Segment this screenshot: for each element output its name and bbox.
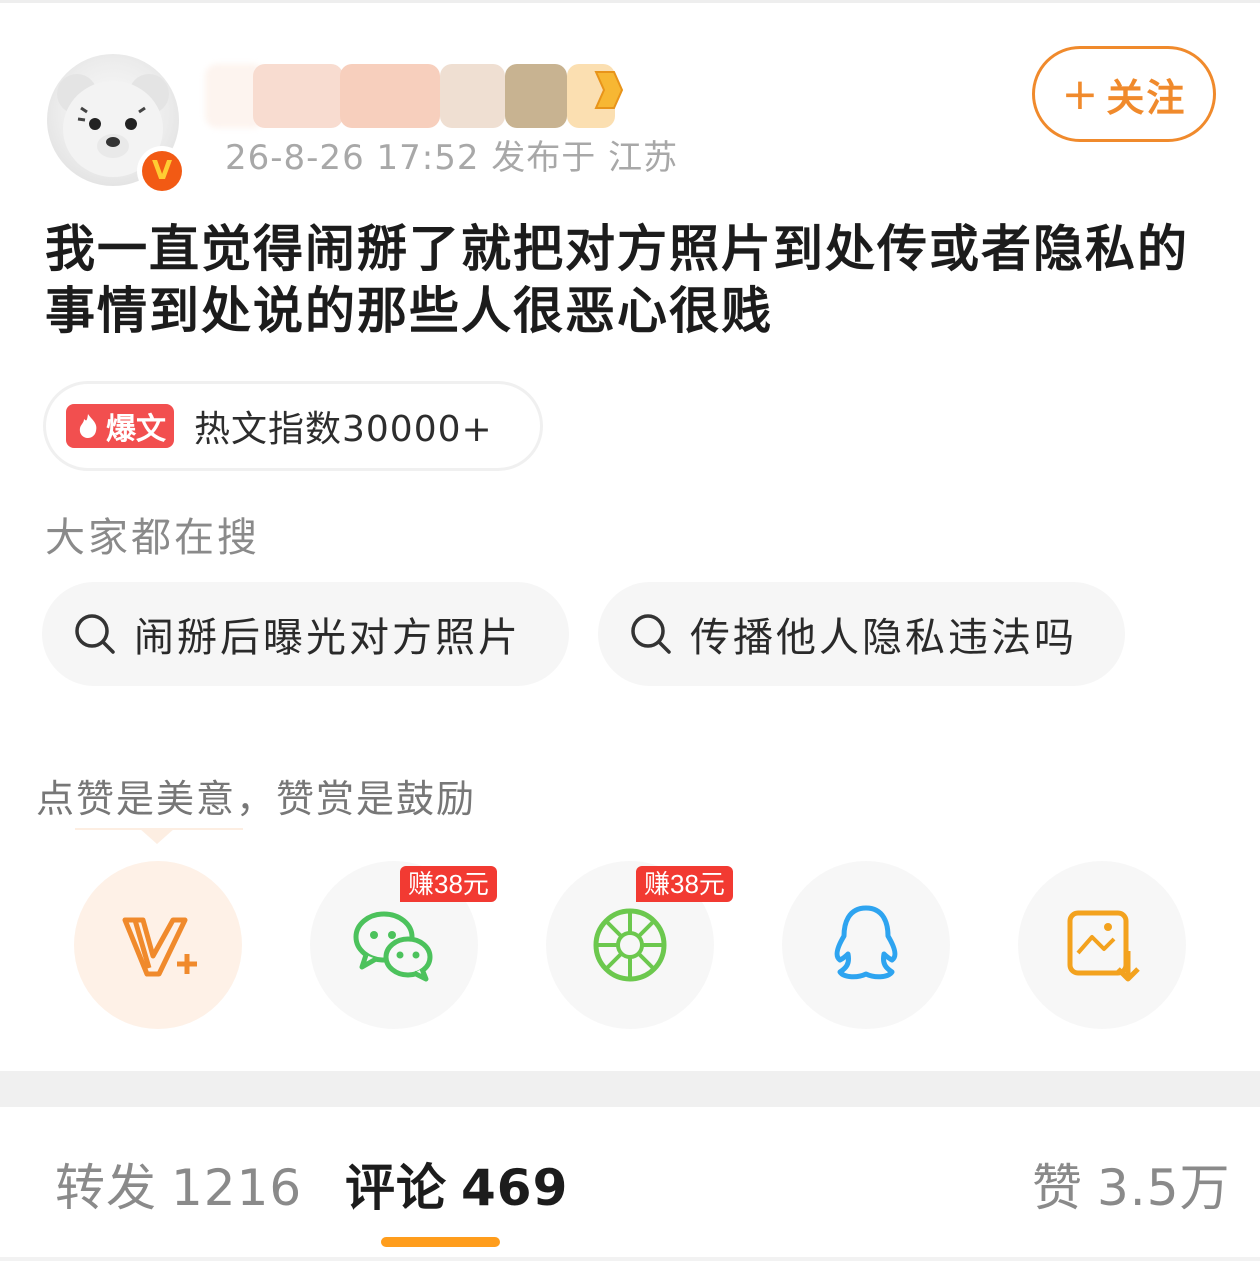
section-divider [0,1071,1260,1107]
qq-icon [834,905,898,980]
search-section-title: 大家都在搜 [45,515,260,561]
verified-badge: V [137,146,187,196]
search-icon [631,614,671,654]
tab-like-count: 3.5万 [1097,1159,1231,1217]
earn-badge: 赚38元 [400,866,497,902]
reward-button[interactable] [74,861,242,1029]
bottom-divider [0,1257,1260,1261]
wechat-icon [353,911,433,982]
avatar[interactable]: V [47,54,187,196]
share-qq-button[interactable] [782,861,950,1029]
save-image-icon [1067,910,1140,982]
verified-v-icon: V [142,151,182,191]
flame-icon [79,414,97,438]
tab-comment-count: 469 [461,1159,569,1217]
follow-label: 关注 [1106,75,1187,120]
username-redacted[interactable] [205,64,615,128]
active-tab-indicator [381,1237,500,1247]
hot-index-text: 热文指数30000+ [194,409,493,450]
save-image-button[interactable] [1018,861,1186,1029]
search-suggestion-2[interactable]: 传播他人隐私违法吗 [598,582,1125,686]
tab-comment-label: 评论 [345,1159,447,1217]
tab-like-label: 赞 [1032,1159,1083,1217]
tab-like[interactable]: 赞 3.5万 [1032,1148,1231,1220]
top-divider [0,0,1260,3]
post-meta: 26-8-26 17:52 发布于 江苏 [225,138,679,178]
search-suggestion-label: 闹掰后曝光对方照片 [134,615,521,661]
hot-tag: 爆文 [66,404,174,448]
reward-caret-arrow [139,828,175,844]
tab-repost-label: 转发 [55,1159,157,1217]
tab-repost[interactable]: 转发 1216 [55,1148,302,1220]
earn-badge: 赚38元 [636,866,733,902]
follow-button[interactable]: + 关注 [1032,46,1216,142]
moments-icon [593,908,667,982]
tab-comment[interactable]: 评论 469 [345,1148,568,1220]
hot-index-pill[interactable]: 爆文 热文指数30000+ [43,381,543,471]
plus-icon: + [1061,68,1101,120]
search-suggestion-label: 传播他人隐私违法吗 [690,615,1077,661]
tab-repost-count: 1216 [171,1159,303,1217]
hot-tag-label: 爆文 [106,412,166,447]
reward-hint: 点赞是美意，赞赏是鼓励 [36,777,477,821]
reward-v-plus-icon [122,917,197,977]
post-text: 我一直觉得闹掰了就把对方照片到处传或者隐私的事情到处说的那些人很恶心很贱 [45,220,1189,340]
search-suggestion-1[interactable]: 闹掰后曝光对方照片 [42,582,569,686]
member-level-icon [594,71,624,109]
search-icon [75,614,115,654]
